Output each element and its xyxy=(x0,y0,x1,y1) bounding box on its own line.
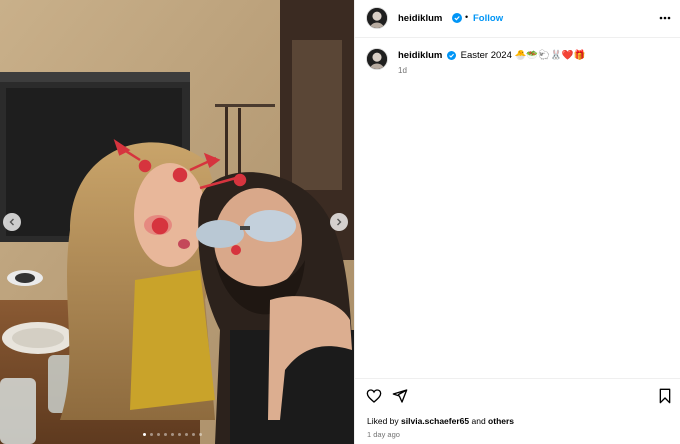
likes-and: and xyxy=(471,416,486,426)
follow-button[interactable]: Follow xyxy=(473,13,503,24)
carousel-dot xyxy=(185,433,188,436)
likes-others-link[interactable]: others xyxy=(488,416,514,426)
header-separator: • xyxy=(465,12,469,22)
liked-by-user[interactable]: silvia.schaefer65 xyxy=(401,416,469,426)
carousel-indicator xyxy=(143,433,202,436)
caption-age: 1d xyxy=(398,66,407,75)
carousel-next-button[interactable] xyxy=(330,213,348,231)
carousel-dot xyxy=(178,433,181,436)
carousel-dot xyxy=(164,433,167,436)
carousel-dot xyxy=(199,433,202,436)
caption-author-avatar[interactable] xyxy=(366,48,388,70)
post-caption: heidiklum Easter 2024 🐣🥗🐑🐰❤️🎁 xyxy=(398,50,585,61)
more-options-icon[interactable] xyxy=(658,11,672,25)
carousel-dot xyxy=(157,433,160,436)
verified-badge-icon xyxy=(452,13,462,23)
post-side-panel: heidiklum • Follow heidiklum Easter 2024… xyxy=(354,0,680,444)
author-username[interactable]: heidiklum xyxy=(398,13,442,24)
carousel-dot xyxy=(143,433,146,436)
avatar-photo xyxy=(367,49,387,69)
bookmark-icon[interactable] xyxy=(658,388,672,404)
share-icon[interactable] xyxy=(392,388,408,404)
post-media[interactable] xyxy=(0,0,354,444)
likes-prefix: Liked by xyxy=(367,416,399,426)
actions-divider xyxy=(355,378,680,379)
author-avatar[interactable] xyxy=(366,7,388,29)
post-timestamp: 1 day ago xyxy=(367,430,400,439)
carousel-prev-button[interactable] xyxy=(3,213,21,231)
post-header: heidiklum • Follow xyxy=(355,0,680,38)
chevron-left-icon xyxy=(9,218,14,226)
chevron-right-icon xyxy=(337,218,342,226)
likes-summary: Liked by silvia.schaefer65 and others xyxy=(367,416,514,426)
caption-username[interactable]: heidiklum xyxy=(398,50,442,61)
carousel-dot xyxy=(192,433,195,436)
caption-text: Easter 2024 🐣🥗🐑🐰❤️🎁 xyxy=(460,50,586,61)
post-photo xyxy=(0,0,354,444)
carousel-dot xyxy=(171,433,174,436)
heart-icon[interactable] xyxy=(366,388,382,404)
carousel-dot xyxy=(150,433,153,436)
verified-badge-icon xyxy=(446,50,456,60)
avatar-photo xyxy=(367,8,387,28)
